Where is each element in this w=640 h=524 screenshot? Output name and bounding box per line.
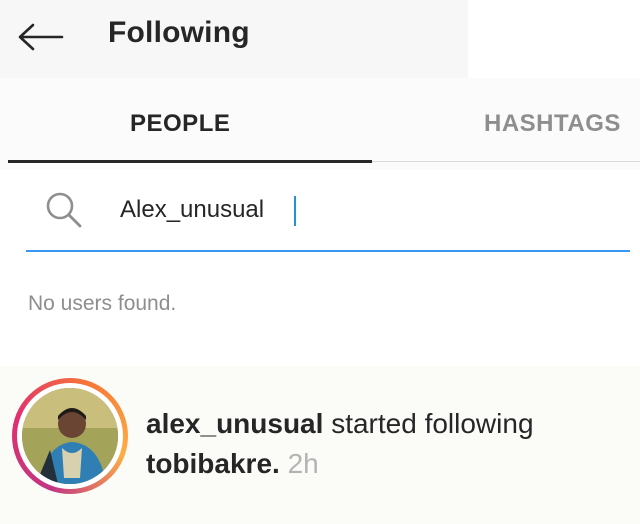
person-image-icon xyxy=(22,388,118,484)
activity-username[interactable]: alex_unusual xyxy=(146,408,323,439)
empty-results-message: No users found. xyxy=(28,292,177,315)
avatar-photo xyxy=(22,388,118,484)
activity-time: 2h xyxy=(287,448,319,479)
tab-hashtags[interactable]: HASHTAGS xyxy=(484,104,621,144)
tab-divider xyxy=(372,161,640,162)
active-tab-indicator xyxy=(8,160,372,163)
top-bar xyxy=(0,0,640,104)
search-icon[interactable] xyxy=(44,190,84,230)
text-cursor xyxy=(294,196,296,226)
search-bar xyxy=(26,178,630,250)
search-input[interactable] xyxy=(120,192,540,228)
arrow-left-icon xyxy=(18,23,64,51)
search-underline xyxy=(26,250,630,252)
back-button[interactable] xyxy=(14,16,66,58)
avatar[interactable] xyxy=(12,378,128,494)
page-title: Following xyxy=(108,16,250,49)
avatar-border xyxy=(17,383,123,489)
activity-action: started following xyxy=(331,408,534,439)
tab-people[interactable]: PEOPLE xyxy=(130,104,230,144)
activity-target[interactable]: tobibakre. xyxy=(146,448,280,479)
activity-text: alex_unusual started following tobibakre… xyxy=(146,404,626,484)
